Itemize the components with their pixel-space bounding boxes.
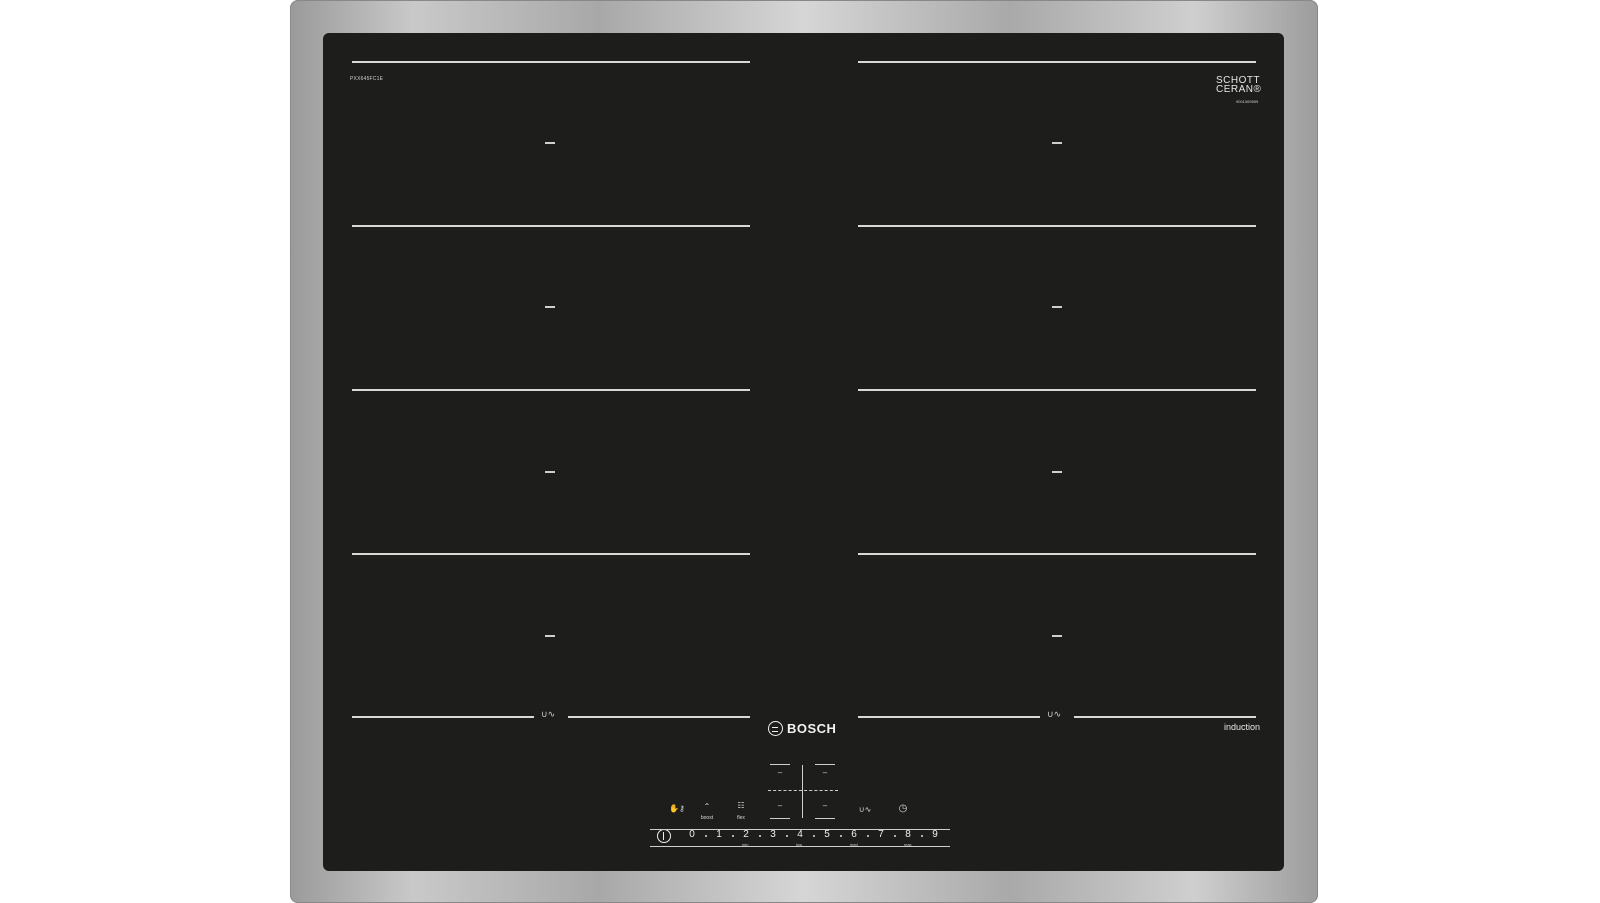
zone-divider-right-5a — [858, 716, 1040, 718]
zone-divider-left-2 — [352, 225, 750, 227]
slider-label-med: med — [850, 842, 858, 847]
slider-dot — [786, 835, 788, 837]
induction-label: induction — [1224, 722, 1261, 732]
display-top-left: – — [777, 768, 783, 777]
display-center-line — [802, 765, 803, 818]
display-divider — [768, 790, 838, 792]
zone-divider-right-2 — [858, 225, 1256, 227]
flex-link-icon[interactable]: ∪∿ — [856, 805, 874, 814]
flex-zone-icon-left: ∪∿ — [541, 709, 556, 719]
zone-divider-left-5b — [568, 716, 750, 718]
slider-dot — [867, 835, 869, 837]
slider-level-3[interactable]: 3 — [767, 829, 779, 840]
slider-label-min: min — [742, 842, 749, 847]
zone-divider-left-5a — [352, 716, 534, 718]
slider-label-low: low — [796, 842, 803, 847]
slider-level-0[interactable]: 0 — [686, 829, 698, 840]
flex-label: flex — [737, 815, 745, 821]
zone-divider-left-3 — [352, 389, 750, 391]
slider-level-1[interactable]: 1 — [713, 829, 725, 840]
brand-name: BOSCH — [787, 721, 837, 736]
zone-mark-left-4[interactable] — [545, 635, 555, 637]
childlock-icon[interactable]: ✋⚷ — [665, 804, 689, 813]
zone-divider-left-1 — [352, 61, 750, 63]
zone-mark-left-3[interactable] — [545, 471, 555, 473]
zone-mark-right-4[interactable] — [1052, 635, 1062, 637]
zone-mark-right-1[interactable] — [1052, 142, 1062, 144]
display-top-right: – — [822, 768, 828, 777]
zone-mark-right-3[interactable] — [1052, 471, 1062, 473]
slider-dot — [840, 835, 842, 837]
power-icon[interactable] — [657, 829, 671, 843]
bosch-logo-icon — [768, 721, 783, 736]
clock-icon[interactable]: ◷ — [897, 803, 909, 814]
display-bottom-left: – — [777, 801, 783, 810]
flex-icon[interactable]: ☷ — [735, 801, 747, 810]
glass-brand-line2: CERAN® — [1216, 84, 1262, 95]
slider-dot — [705, 835, 707, 837]
slider-dot — [921, 835, 923, 837]
brand-block: BOSCH — [768, 721, 836, 736]
slider-dot — [813, 835, 815, 837]
boost-icon[interactable]: ⌃ — [700, 802, 714, 811]
model-code: PXX645FC1E — [350, 76, 384, 82]
zone-mark-left-2[interactable] — [545, 306, 555, 308]
serial-code: 9001069559 — [1236, 99, 1259, 104]
slider-level-7[interactable]: 7 — [875, 829, 887, 840]
display-bottom-right: – — [822, 801, 828, 810]
slider-dot — [894, 835, 896, 837]
flex-zone-icon-right: ∪∿ — [1047, 709, 1062, 719]
slider-level-2[interactable]: 2 — [740, 829, 752, 840]
display-frame-bl — [770, 818, 790, 819]
boost-label: boost — [700, 815, 714, 821]
zone-divider-left-4 — [352, 553, 750, 555]
ceramic-glass-surface — [323, 33, 1284, 871]
zone-mark-left-1[interactable] — [545, 142, 555, 144]
slider-level-9[interactable]: 9 — [929, 829, 941, 840]
slider-level-4[interactable]: 4 — [794, 829, 806, 840]
zone-divider-right-4 — [858, 553, 1256, 555]
zone-divider-right-1 — [858, 61, 1256, 63]
slider-level-8[interactable]: 8 — [902, 829, 914, 840]
zone-divider-right-3 — [858, 389, 1256, 391]
slider-label-max: max — [904, 842, 912, 847]
glass-brand-logo: SCHOTT CERAN® — [1216, 76, 1262, 95]
display-frame-tr — [815, 764, 835, 765]
display-frame-tl — [770, 764, 790, 765]
display-frame-br — [815, 818, 835, 819]
zone-mark-right-2[interactable] — [1052, 306, 1062, 308]
slider-level-6[interactable]: 6 — [848, 829, 860, 840]
slider-level-5[interactable]: 5 — [821, 829, 833, 840]
zone-divider-right-5b — [1074, 716, 1256, 718]
slider-dot — [732, 835, 734, 837]
slider-dot — [759, 835, 761, 837]
